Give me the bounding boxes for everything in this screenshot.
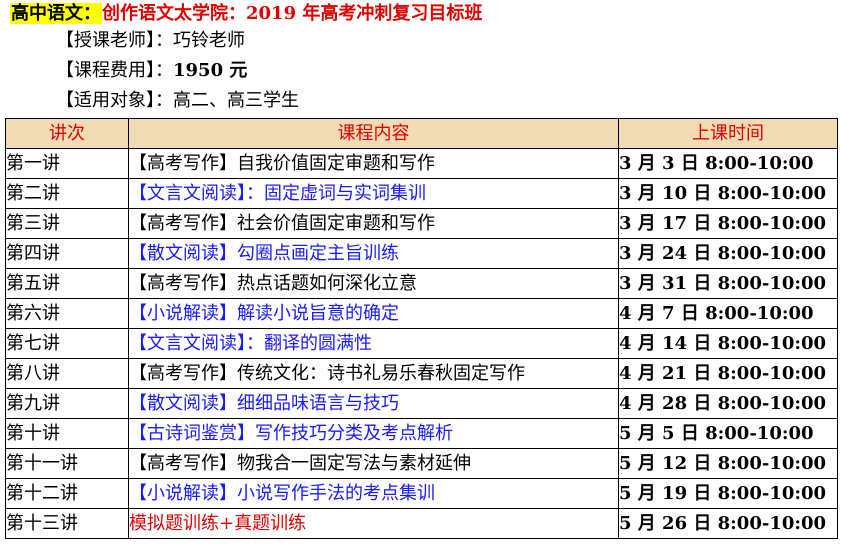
lesson-content: 【文言文阅读】：翻译的圆满性 xyxy=(128,328,619,359)
audience-info: 【适用对象】：高二、高三学生 xyxy=(56,88,299,114)
column-header-lesson: 讲次 xyxy=(5,118,129,149)
fee-label: 【课程费用】： xyxy=(56,60,173,81)
lesson-time: 4 月 14 日 8:00-10:00 xyxy=(618,328,838,359)
lesson-content: 【文言文阅读】：固定虚词与实词集训 xyxy=(128,178,619,209)
lesson-number: 第四讲 xyxy=(5,238,129,269)
fee-info: 【课程费用】：1950 元 xyxy=(56,58,247,84)
lesson-number: 第十二讲 xyxy=(5,478,129,509)
lesson-number: 第十讲 xyxy=(5,418,129,449)
lesson-content: 【高考写作】传统文化：诗书礼易乐春秋固定写作 xyxy=(128,358,619,389)
lesson-number: 第二讲 xyxy=(5,178,129,209)
teacher-label: 【授课老师】： xyxy=(56,30,173,51)
lesson-time: 3 月 3 日 8:00-10:00 xyxy=(618,148,838,179)
table-row: 第六讲 【小说解读】解读小说旨意的确定 4 月 7 日 8:00-10:00 xyxy=(5,298,838,329)
lesson-number: 第八讲 xyxy=(5,358,129,389)
audience-value: 高二、高三学生 xyxy=(173,90,299,111)
lesson-time: 4 月 28 日 8:00-10:00 xyxy=(618,388,838,419)
lesson-time: 5 月 19 日 8:00-10:00 xyxy=(618,478,838,509)
lesson-content: 【散文阅读】勾圈点画定主旨训练 xyxy=(128,238,619,269)
table-row: 第十二讲 【小说解读】小说写作手法的考点集训 5 月 19 日 8:00-10:00 xyxy=(5,478,838,509)
lesson-content: 【高考写作】物我合一固定写法与素材延伸 xyxy=(128,448,619,479)
lesson-content: 【散文阅读】细细品味语言与技巧 xyxy=(128,388,619,419)
lesson-number: 第一讲 xyxy=(5,148,129,179)
lesson-number: 第十三讲 xyxy=(5,508,129,539)
lesson-number: 第三讲 xyxy=(5,208,129,239)
course-title: 高中语文：创作语文太学院：2019 年高考冲刺复习目标班 xyxy=(10,2,482,26)
fee-value: 1950 元 xyxy=(173,60,248,81)
lesson-content: 【高考写作】自我价值固定审题和写作 xyxy=(128,148,619,179)
lesson-content: 【小说解读】解读小说旨意的确定 xyxy=(128,298,619,329)
lesson-number: 第七讲 xyxy=(5,328,129,359)
table-row: 第十三讲 模拟题训练+真题训练 5 月 26 日 8:00-10:00 xyxy=(5,508,838,539)
lesson-number: 第十一讲 xyxy=(5,448,129,479)
lesson-time: 5 月 26 日 8:00-10:00 xyxy=(618,508,838,539)
column-header-content: 课程内容 xyxy=(128,118,619,149)
lesson-time: 3 月 17 日 8:00-10:00 xyxy=(618,208,838,239)
table-row: 第十讲 【古诗词鉴赏】写作技巧分类及考点解析 5 月 5 日 8:00-10:00 xyxy=(5,418,838,449)
schedule-body: 第一讲 【高考写作】自我价值固定审题和写作 3 月 3 日 8:00-10:00 第二… xyxy=(5,148,838,539)
lesson-time: 4 月 7 日 8:00-10:00 xyxy=(618,298,838,329)
column-header-time: 上课时间 xyxy=(618,118,838,149)
table-row: 第五讲 【高考写作】热点话题如何深化立意 3 月 31 日 8:00-10:00 xyxy=(5,268,838,299)
lesson-time: 5 月 12 日 8:00-10:00 xyxy=(618,448,838,479)
table-row: 第十一讲 【高考写作】物我合一固定写法与素材延伸 5 月 12 日 8:00-10:… xyxy=(5,448,838,479)
course-name: 创作语文太学院：2019 年高考冲刺复习目标班 xyxy=(102,3,483,24)
lesson-time: 3 月 24 日 8:00-10:00 xyxy=(618,238,838,269)
table-row: 第二讲 【文言文阅读】：固定虚词与实词集训 3 月 10 日 8:00-10:00 xyxy=(5,178,838,209)
lesson-time: 4 月 21 日 8:00-10:00 xyxy=(618,358,838,389)
table-row: 第七讲 【文言文阅读】：翻译的圆满性 4 月 14 日 8:00-10:00 xyxy=(5,328,838,359)
table-row: 第一讲 【高考写作】自我价值固定审题和写作 3 月 3 日 8:00-10:00 xyxy=(5,148,838,179)
teacher-info: 【授课老师】：巧铃老师 xyxy=(56,28,245,54)
table-header-row: 讲次 课程内容 上课时间 xyxy=(5,118,838,149)
table-row: 第三讲 【高考写作】社会价值固定审题和写作 3 月 17 日 8:00-10:00 xyxy=(5,208,838,239)
lesson-number: 第六讲 xyxy=(5,298,129,329)
audience-label: 【适用对象】： xyxy=(56,90,173,111)
lesson-content: 模拟题训练+真题训练 xyxy=(128,508,619,539)
lesson-content: 【小说解读】小说写作手法的考点集训 xyxy=(128,478,619,509)
lesson-time: 3 月 10 日 8:00-10:00 xyxy=(618,178,838,209)
lesson-content: 【古诗词鉴赏】写作技巧分类及考点解析 xyxy=(128,418,619,449)
schedule-table: 讲次 课程内容 上课时间 第一讲 【高考写作】自我价值固定审题和写作 3 月 3 日… xyxy=(5,118,838,539)
table-row: 第八讲 【高考写作】传统文化：诗书礼易乐春秋固定写作 4 月 21 日 8:00-1… xyxy=(5,358,838,389)
table-row: 第九讲 【散文阅读】细细品味语言与技巧 4 月 28 日 8:00-10:00 xyxy=(5,388,838,419)
lesson-time: 3 月 31 日 8:00-10:00 xyxy=(618,268,838,299)
subject-label: 高中语文： xyxy=(10,3,102,24)
lesson-time: 5 月 5 日 8:00-10:00 xyxy=(618,418,838,449)
lesson-number: 第九讲 xyxy=(5,388,129,419)
lesson-number: 第五讲 xyxy=(5,268,129,299)
lesson-content: 【高考写作】社会价值固定审题和写作 xyxy=(128,208,619,239)
lesson-content: 【高考写作】热点话题如何深化立意 xyxy=(128,268,619,299)
table-row: 第四讲 【散文阅读】勾圈点画定主旨训练 3 月 24 日 8:00-10:00 xyxy=(5,238,838,269)
teacher-value: 巧铃老师 xyxy=(173,30,245,51)
